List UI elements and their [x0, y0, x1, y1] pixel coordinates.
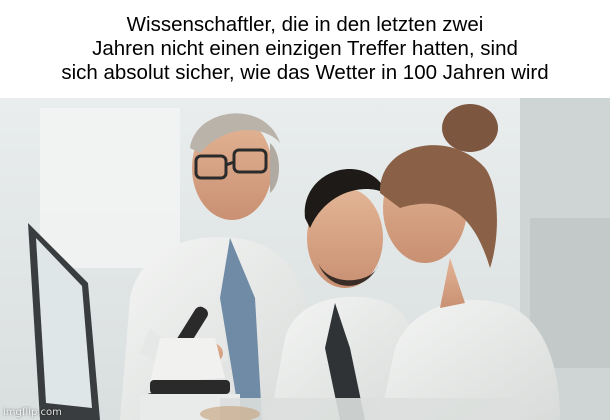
scientists-lab-photo: [0, 98, 610, 420]
watermark-text: imgflip.com: [3, 407, 62, 418]
caption-line-3: sich absolut sicher, wie das Wetter in 1…: [61, 61, 549, 84]
meme-caption: Wissenschaftler, die in den letzten zwei…: [0, 0, 610, 98]
caption-line-2: Jahren nicht einen einzigen Treffer hatt…: [92, 37, 518, 60]
caption-line-1: Wissenschaftler, die in den letzten zwei: [126, 13, 484, 36]
meme-photo: imgflip.com: [0, 98, 610, 420]
